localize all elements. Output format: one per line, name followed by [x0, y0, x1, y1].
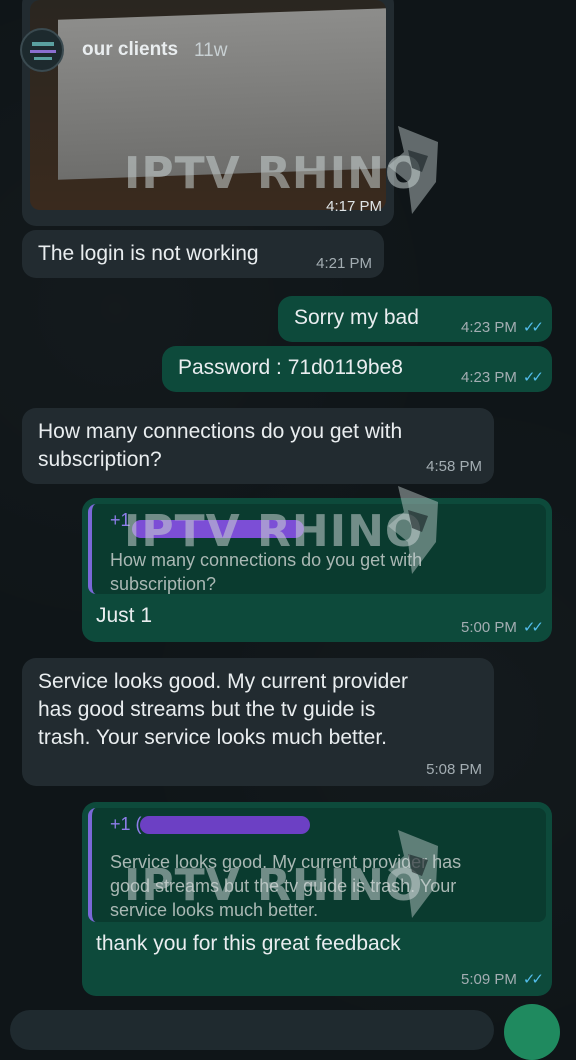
read-receipt-icon: ✓✓	[522, 369, 544, 386]
rhino-watermark-icon	[388, 830, 438, 918]
incoming-message[interactable]: Service looks good. My current provider …	[22, 658, 494, 786]
quoted-sender: +1 (	[110, 814, 142, 834]
read-receipt-icon: ✓✓	[522, 619, 544, 636]
send-button[interactable]	[504, 1004, 560, 1060]
redaction-mark	[140, 816, 310, 834]
message-text: Sorry my bad	[294, 306, 419, 329]
message-time: 5:00 PM ✓✓	[460, 619, 544, 636]
rhino-watermark-icon	[388, 126, 438, 214]
message-time: 4:58 PM	[426, 458, 482, 475]
message-time: 4:17 PM	[326, 198, 382, 215]
read-receipt-icon: ✓✓	[522, 971, 544, 988]
outgoing-message[interactable]: Password : 71d0119be8 4:23 PM ✓✓	[162, 346, 552, 392]
story-age: 11w	[194, 40, 228, 61]
avatar[interactable]	[20, 28, 64, 72]
message-time: 4:23 PM ✓✓	[460, 369, 544, 386]
story-header[interactable]: our clients 11w	[20, 28, 380, 72]
read-receipt-icon: ✓✓	[522, 319, 544, 336]
message-text: Just 1	[96, 604, 153, 627]
quoted-text-line: subscription?	[110, 574, 217, 594]
message-text: Password : 71d0119be8	[178, 356, 403, 379]
message-time: 4:21 PM	[316, 255, 372, 272]
incoming-message[interactable]: How many connections do you get with sub…	[22, 408, 494, 484]
message-text-line: trash. Your service looks much better.	[38, 726, 388, 749]
rhino-watermark-icon	[388, 486, 438, 574]
message-text-line: has good streams but the tv guide is	[38, 698, 376, 721]
message-time: 5:08 PM	[426, 761, 482, 778]
message-time: 4:23 PM ✓✓	[460, 319, 544, 336]
outgoing-message[interactable]: Sorry my bad 4:23 PM ✓✓	[278, 296, 552, 342]
story-name: our clients	[82, 39, 179, 60]
message-text: The login is not working	[38, 242, 259, 265]
message-input-bar[interactable]	[10, 1010, 494, 1050]
message-text-line: subscription?	[38, 448, 162, 471]
incoming-message[interactable]: The login is not working 4:21 PM	[22, 230, 384, 278]
message-text: thank you for this great feedback	[96, 932, 401, 955]
message-time: 5:09 PM ✓✓	[460, 971, 544, 988]
message-text-line: How many connections do you get with	[38, 420, 403, 443]
message-text-line: Service looks good. My current provider	[38, 670, 408, 693]
